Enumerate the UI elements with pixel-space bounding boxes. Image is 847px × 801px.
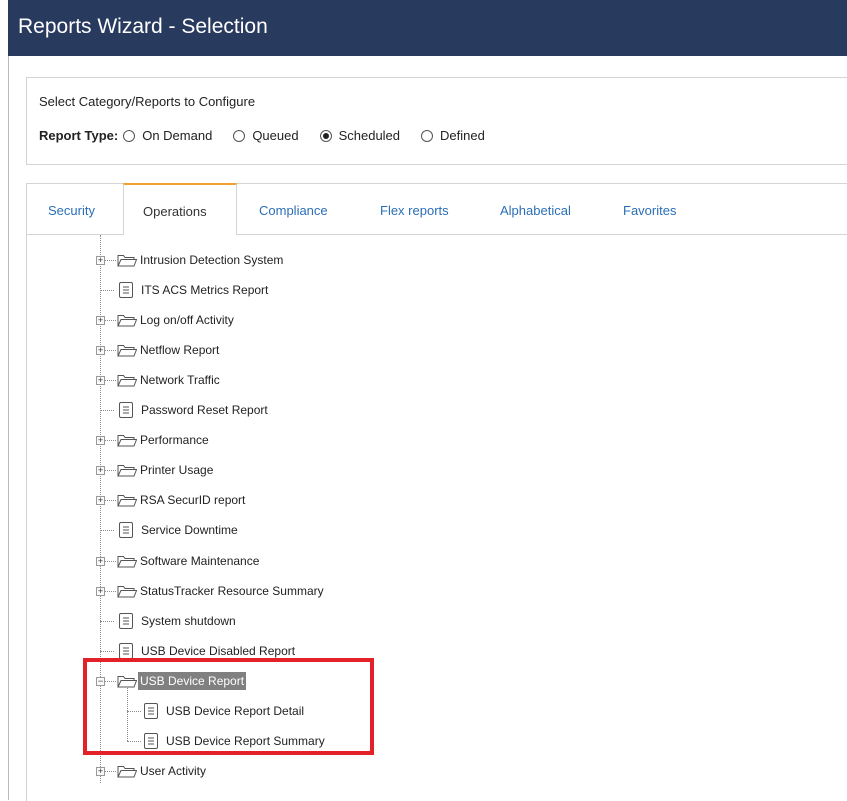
report-document-icon [119,282,133,299]
tab-label: Flex reports [380,203,449,218]
tree-connector-line [100,530,114,532]
expand-toggle[interactable]: + [96,346,105,356]
tree-folder-label[interactable]: User Activity [138,762,208,780]
tab-bar: Security Operations Compliance Flex repo… [27,183,847,235]
window-title: Reports Wizard - Selection [18,15,268,38]
tree-folder-label[interactable]: Log on/off Activity [138,311,236,329]
config-panel: Select Category/Reports to Configure Rep… [26,77,847,165]
tree-folder-label[interactable]: Software Maintenance [138,552,261,570]
tree-connector-line [100,650,114,652]
title-bar: Reports Wizard - Selection [8,0,847,56]
tab-label: Compliance [259,203,328,218]
tree-folder-label[interactable]: Netflow Report [138,341,221,359]
tree-folder-label[interactable]: Network Traffic [138,371,222,389]
radio-label: Defined [440,128,485,143]
folder-icon [117,343,138,357]
radio-label: Queued [252,128,299,143]
radio-button[interactable] [421,129,434,142]
expand-toggle[interactable]: + [96,256,105,265]
radio-button[interactable] [319,129,332,142]
folder-icon [117,764,138,778]
radio-button[interactable] [233,129,246,142]
tree-folder-label[interactable]: Intrusion Detection System [138,251,285,269]
tree-report-label[interactable]: USB Device Disabled Report [139,642,297,660]
tree-folder-label[interactable]: USB Device Report [138,671,247,690]
tab-operations[interactable]: Operations [123,183,237,235]
tree-connector-line [127,687,128,741]
radio-queued[interactable]: Queued [233,128,299,143]
tab-label: Favorites [623,203,677,218]
tree-report-label[interactable]: System shutdown [139,612,238,630]
tree-connector-line [100,620,114,622]
expand-toggle[interactable]: + [96,316,105,326]
folder-icon [117,463,138,477]
folder-icon [117,373,138,387]
expand-toggle[interactable]: + [96,556,105,566]
radio-button[interactable] [123,129,136,142]
tab-flex-reports[interactable]: Flex reports [362,184,477,234]
report-document-icon [144,732,158,749]
tab-label: Operations [143,204,207,219]
tabs-panel: Security Operations Compliance Flex repo… [26,183,847,801]
tab-label: Alphabetical [500,203,571,218]
folder-icon [117,674,138,688]
radio-on-demand[interactable]: On Demand [123,128,212,143]
radio-selected-dot [322,132,329,139]
folder-icon [117,313,138,327]
tree-report-label[interactable]: Service Downtime [139,521,240,539]
tree-connector-line [127,710,141,712]
report-tree: + Intrusion Detection System ITS ACS Metri… [27,235,847,800]
folder-icon [117,584,138,598]
tab-security[interactable]: Security [27,184,123,234]
tree-report-label[interactable]: USB Device Report Detail [164,702,306,720]
folder-icon [117,554,138,568]
config-prompt: Select Category/Reports to Configure [39,94,256,109]
radio-label: On Demand [142,128,213,143]
report-document-icon [119,642,133,659]
tree-report-label[interactable]: ITS ACS Metrics Report [139,281,270,299]
tree-folder-label[interactable]: StatusTracker Resource Summary [138,582,326,600]
folder-icon [117,253,138,267]
tree-connector-line [127,740,141,742]
report-document-icon [144,702,158,719]
folder-icon [117,493,138,507]
window-left-border [8,56,9,800]
collapse-toggle[interactable]: − [96,676,105,686]
tree-connector-line [100,290,114,292]
tree-report-label[interactable]: Password Reset Report [139,401,270,419]
tab-alphabetical[interactable]: Alphabetical [482,184,597,234]
radio-defined[interactable]: Defined [421,128,485,143]
report-document-icon [119,402,133,419]
folder-icon [117,433,138,447]
expand-toggle[interactable]: + [96,466,105,476]
radio-label: Scheduled [338,128,401,143]
report-document-icon [119,522,133,539]
tree-folder-label[interactable]: Performance [138,431,211,449]
expand-toggle[interactable]: + [96,376,105,386]
tree-report-label[interactable]: USB Device Report Summary [164,732,327,750]
expand-toggle[interactable]: + [96,586,105,596]
radio-scheduled[interactable]: Scheduled [319,128,401,143]
report-type-group: Report Type: On Demand Queued Scheduled … [39,128,506,143]
report-document-icon [119,612,133,629]
tree-folder-label[interactable]: Printer Usage [138,461,215,479]
expand-toggle[interactable]: + [96,436,105,446]
tree-folder-label[interactable]: RSA SecurID report [138,491,247,509]
expand-toggle[interactable]: + [96,766,105,776]
tab-compliance[interactable]: Compliance [239,184,349,234]
report-type-label: Report Type: [39,128,119,143]
expand-toggle[interactable]: + [96,496,105,506]
tab-favorites[interactable]: Favorites [605,184,705,234]
tree-connector-line [100,410,114,412]
tab-label: Security [48,203,95,218]
